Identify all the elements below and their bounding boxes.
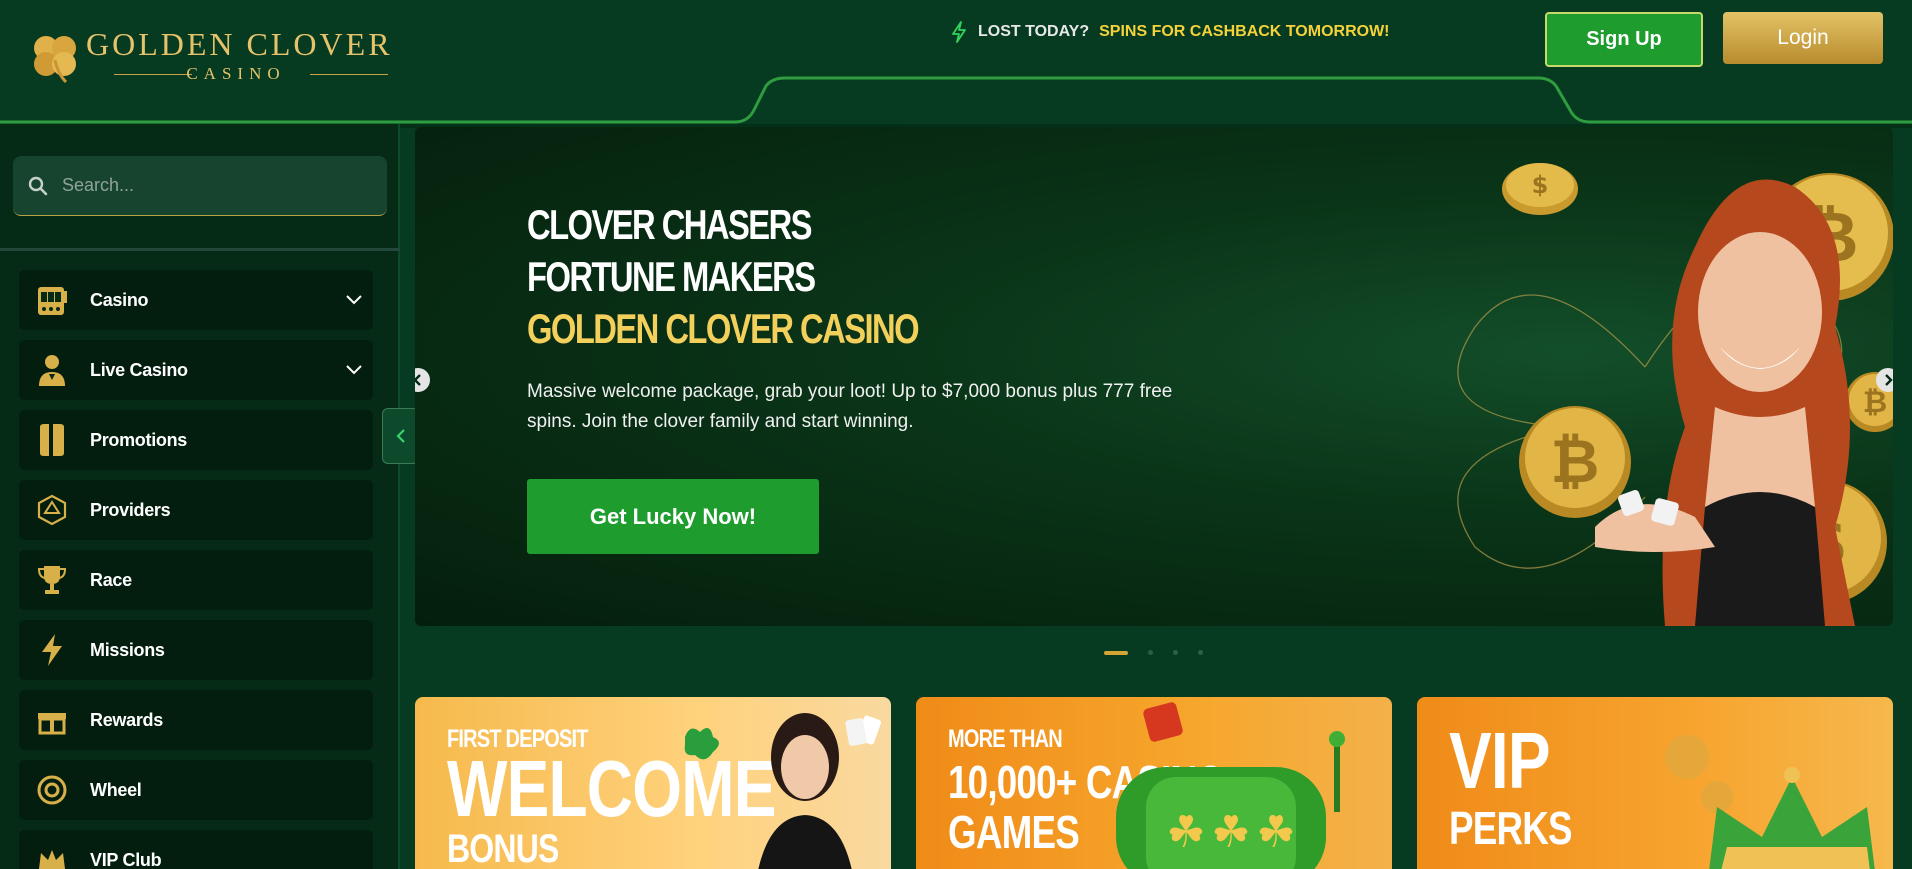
hero-heading: CLOVER CHASERS FORTUNE MAKERS GOLDEN CLO… (527, 199, 920, 355)
slot-machine-icon (34, 282, 70, 318)
wheel-icon (34, 772, 70, 808)
promo-card-welcome-bonus[interactable]: FIRST DEPOSIT WELCOME BONUS (415, 697, 891, 869)
sidebar-item-label: Wheel (90, 779, 142, 800)
chevron-left-icon (415, 374, 421, 386)
sidebar-item-label: Live Casino (90, 359, 188, 380)
sidebar-item-providers[interactable]: Providers (19, 480, 373, 540)
login-button[interactable]: Login (1723, 12, 1883, 64)
hero-next-button[interactable] (1876, 368, 1893, 392)
hero-banner[interactable]: CLOVER CHASERS FORTUNE MAKERS GOLDEN CLO… (415, 127, 1893, 626)
dice-icon (34, 492, 70, 528)
carousel-dot-active[interactable] (1104, 650, 1128, 655)
search-input[interactable] (62, 175, 362, 196)
site-logo[interactable]: GOLDEN CLOVER CASINO (28, 26, 398, 86)
site-header: GOLDEN CLOVER CASINO LOST TODAY? SPINS F… (0, 0, 1912, 128)
gift-icon (34, 702, 70, 738)
coin-icon: $ (1502, 163, 1578, 215)
card-small-text: MORE THAN (948, 725, 1063, 753)
crown-illustration (1665, 735, 1875, 869)
hero-line-1: CLOVER CHASERS (527, 201, 813, 248)
sidebar-item-wheel[interactable]: Wheel (19, 760, 373, 820)
svg-text:₿: ₿ (1551, 427, 1600, 497)
chevron-down-icon[interactable] (345, 294, 363, 306)
clover-logo-icon (34, 36, 76, 84)
card-extra-text: BONUS (447, 827, 559, 869)
cashback-promo[interactable]: LOST TODAY? SPINS FOR CASHBACK TOMORROW! (950, 20, 1390, 44)
bolt-icon (34, 632, 70, 668)
sidebar-item-rewards[interactable]: Rewards (19, 690, 373, 750)
logo-title: GOLDEN CLOVER (86, 26, 393, 62)
sidebar-item-label: Casino (90, 289, 149, 310)
sidebar-item-live-casino[interactable]: Live Casino (19, 340, 373, 400)
woman-with-cards-illustration (684, 713, 882, 869)
sidebar-item-label: Providers (90, 499, 171, 520)
slot-machine-illustration: ☘ ☘ ☘ (1116, 702, 1345, 869)
sidebar-item-promotions[interactable]: Promotions (19, 410, 373, 470)
carousel-dot[interactable] (1148, 650, 1153, 655)
svg-text:☘: ☘ (1166, 807, 1205, 858)
carousel-dot[interactable] (1173, 650, 1178, 655)
promo-card-casino-games[interactable]: MORE THAN 10,000+ CASINO GAMES ☘ ☘ ☘ (916, 697, 1392, 869)
carousel-dot[interactable] (1198, 650, 1203, 655)
logo-divider (310, 74, 388, 75)
clover-icon (684, 728, 719, 760)
carousel-dots (1104, 650, 1203, 655)
card-extra-text: GAMES (948, 806, 1080, 858)
card-big-text: VIP (1449, 716, 1551, 805)
signup-button[interactable]: Sign Up (1545, 12, 1703, 67)
sidebar-item-label: Missions (90, 639, 165, 660)
promo-lost-text: LOST TODAY? (978, 23, 1090, 40)
card-extra-text: PERKS (1449, 802, 1573, 854)
hero-description: Massive welcome package, grab your loot!… (527, 381, 1173, 432)
promo-spins-text: SPINS FOR CASHBACK TOMORROW! (1099, 23, 1390, 40)
sidebar-item-label: VIP Club (90, 849, 162, 869)
sidebar-item-missions[interactable]: Missions (19, 620, 373, 680)
sidebar-divider (0, 248, 400, 251)
promotions-icon (34, 422, 70, 458)
promo-card-vip-perks[interactable]: VIP PERKS (1417, 697, 1893, 869)
sidebar-item-label: Race (90, 569, 132, 590)
hero-line-3: GOLDEN CLOVER CASINO (527, 305, 920, 352)
sidebar-item-label: Rewards (90, 709, 163, 730)
svg-text:☘: ☘ (1211, 807, 1250, 858)
search-box[interactable] (13, 156, 387, 216)
dealer-icon (34, 352, 70, 388)
sidebar-item-vip-club[interactable]: VIP Club (19, 830, 373, 869)
crown-icon (34, 842, 70, 869)
hero-illustration: $ ₿ ₿ $ ₿ (1457, 163, 1893, 626)
search-icon (28, 176, 48, 195)
sidebar: Casino Live Casino Promotions Providers … (0, 124, 400, 869)
chevron-right-icon (1885, 374, 1893, 386)
chevron-left-icon (395, 429, 405, 443)
get-lucky-button[interactable]: Get Lucky Now! (527, 479, 819, 554)
trophy-icon (34, 562, 70, 598)
sidebar-item-label: Promotions (90, 429, 188, 450)
bitcoin-icon: ₿ (1519, 406, 1631, 518)
sidebar-item-casino[interactable]: Casino (19, 270, 373, 330)
chevron-down-icon[interactable] (345, 364, 363, 376)
hero-prev-button[interactable] (415, 368, 430, 392)
bolt-icon (952, 21, 966, 43)
dice-icon (1143, 702, 1183, 742)
hero-line-2: FORTUNE MAKERS (527, 253, 816, 300)
svg-text:☘: ☘ (1256, 807, 1295, 858)
sidebar-item-race[interactable]: Race (19, 550, 373, 610)
woman-illustration (1595, 179, 1855, 626)
svg-text:$: $ (1532, 171, 1549, 199)
sidebar-collapse-button[interactable] (382, 408, 419, 464)
